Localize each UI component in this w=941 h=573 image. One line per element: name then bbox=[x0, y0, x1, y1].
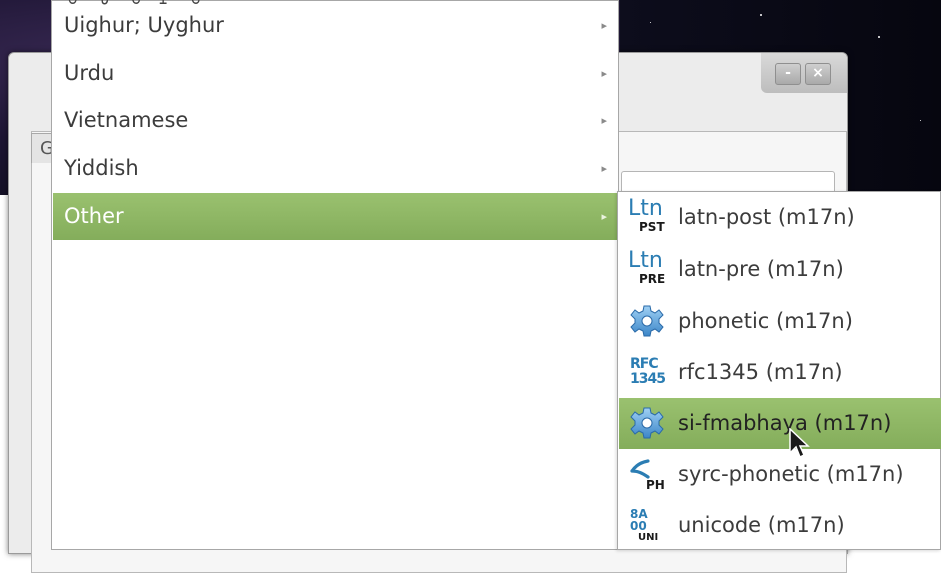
icon-text: Ltn bbox=[628, 248, 663, 273]
icon-text: RFC bbox=[630, 356, 659, 372]
submenu-item-phonetic[interactable]: phonetic (m17n) bbox=[619, 296, 941, 347]
submenu-arrow-icon: ▸ bbox=[601, 114, 607, 127]
submenu-item-label: latn-post (m17n) bbox=[678, 205, 855, 229]
menu-item-label: Other bbox=[64, 204, 124, 228]
submenu-item-label: rfc1345 (m17n) bbox=[678, 360, 843, 384]
ltn-pre-icon: Ltn PRE bbox=[628, 250, 666, 288]
icon-text: UNI bbox=[638, 532, 659, 543]
menu-item-label: Uighur; Uyghur bbox=[64, 13, 224, 37]
icon-text: PH bbox=[646, 478, 665, 492]
submenu-arrow-icon: ▸ bbox=[601, 210, 607, 223]
menu-item-other[interactable]: Other ▸ bbox=[53, 193, 617, 240]
submenu-item-label: phonetic (m17n) bbox=[678, 309, 853, 333]
menu-item-label: Yiddish bbox=[64, 156, 139, 180]
submenu-item-label: unicode (m17n) bbox=[678, 513, 845, 537]
menu-item-uighur[interactable]: Uighur; Uyghur ▸ bbox=[53, 2, 617, 49]
star bbox=[920, 120, 921, 121]
submenu-item-label: si-fmabhaya (m17n) bbox=[678, 411, 892, 435]
submenu-arrow-icon: ▸ bbox=[601, 19, 607, 32]
rfc1345-icon: RFC 1345 bbox=[628, 353, 666, 391]
icon-text: Ltn bbox=[628, 196, 663, 221]
menu-item-yiddish[interactable]: Yiddish ▸ bbox=[53, 145, 617, 192]
submenu-item-syrc-phonetic[interactable]: PH syrc-phonetic (m17n) bbox=[619, 449, 941, 500]
gear-icon bbox=[630, 305, 664, 337]
icon-text: 00 bbox=[630, 519, 647, 533]
icon-text: PST bbox=[639, 220, 665, 234]
other-submenu: Ltn PST latn-post (m17n) Ltn PRE latn-pr… bbox=[617, 191, 941, 550]
mouse-cursor-icon bbox=[789, 428, 810, 459]
ltn-pst-icon: Ltn PST bbox=[628, 198, 666, 236]
submenu-item-rfc1345[interactable]: RFC 1345 rfc1345 (m17n) bbox=[619, 347, 941, 398]
submenu-item-latn-post[interactable]: Ltn PST latn-post (m17n) bbox=[619, 192, 941, 243]
menu-item-label: Urdu bbox=[64, 61, 115, 85]
star bbox=[760, 14, 762, 16]
close-button[interactable]: × bbox=[805, 63, 831, 85]
submenu-arrow-icon: ▸ bbox=[601, 162, 607, 175]
star bbox=[878, 36, 880, 38]
menu-item-vietnamese[interactable]: Vietnamese ▸ bbox=[53, 97, 617, 144]
submenu-item-unicode[interactable]: 8A 00 UNI unicode (m17n) bbox=[619, 500, 941, 551]
menu-item-urdu[interactable]: Urdu ▸ bbox=[53, 50, 617, 97]
submenu-arrow-icon: ▸ bbox=[601, 67, 607, 80]
submenu-item-si-fmabhaya[interactable]: si-fmabhaya (m17n) bbox=[619, 398, 941, 449]
syrc-ph-icon: PH bbox=[628, 455, 666, 493]
submenu-item-latn-pre[interactable]: Ltn PRE latn-pre (m17n) bbox=[619, 244, 941, 295]
minimize-button[interactable]: - bbox=[775, 63, 801, 85]
menu-item-label: Vietnamese bbox=[64, 108, 189, 132]
submenu-item-label: latn-pre (m17n) bbox=[678, 257, 844, 281]
window-controls: - × bbox=[761, 53, 847, 93]
star bbox=[650, 22, 651, 23]
unicode-icon: 8A 00 UNI bbox=[628, 506, 666, 544]
icon-text: PRE bbox=[639, 272, 666, 286]
gear-icon bbox=[630, 407, 664, 439]
language-menu: ꗳ ꖃ ꕦ ꖅ ꕦ Uighur; Uyghur ▸ Urdu ▸ Vietna… bbox=[51, 0, 619, 550]
icon-text: 1345 bbox=[630, 371, 666, 387]
